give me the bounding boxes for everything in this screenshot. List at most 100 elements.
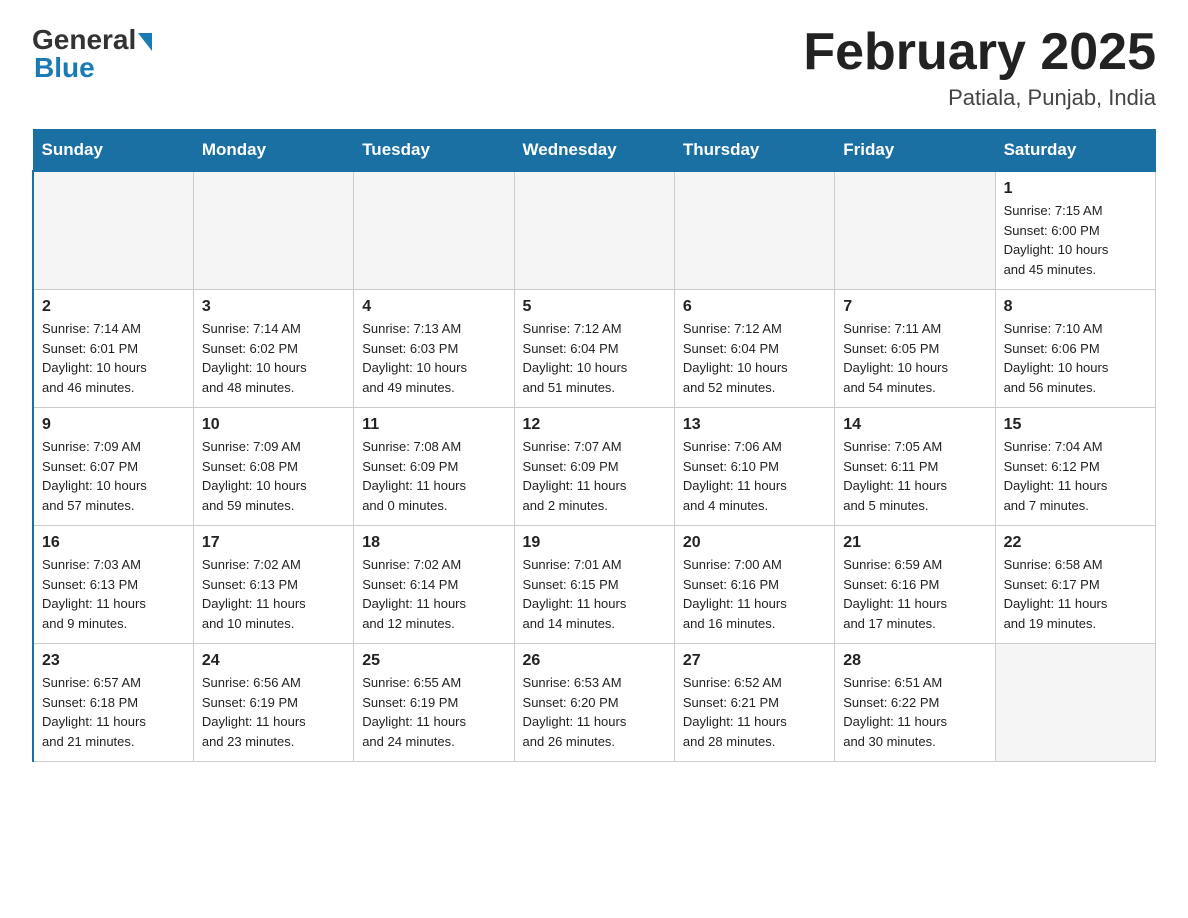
- day-number: 10: [202, 416, 345, 434]
- day-info: Sunrise: 6:51 AM Sunset: 6:22 PM Dayligh…: [843, 673, 986, 751]
- day-info: Sunrise: 7:02 AM Sunset: 6:14 PM Dayligh…: [362, 555, 505, 633]
- day-info: Sunrise: 7:12 AM Sunset: 6:04 PM Dayligh…: [683, 319, 826, 397]
- day-info: Sunrise: 6:55 AM Sunset: 6:19 PM Dayligh…: [362, 673, 505, 751]
- day-info: Sunrise: 7:00 AM Sunset: 6:16 PM Dayligh…: [683, 555, 826, 633]
- day-info: Sunrise: 7:09 AM Sunset: 6:08 PM Dayligh…: [202, 437, 345, 515]
- calendar-cell: 14 Sunrise: 7:05 AM Sunset: 6:11 PM Dayli…: [835, 408, 995, 526]
- calendar-cell: 25 Sunrise: 6:55 AM Sunset: 6:19 PM Dayli…: [354, 644, 514, 762]
- calendar-cell: 8 Sunrise: 7:10 AM Sunset: 6:06 PM Daylig…: [995, 290, 1155, 408]
- month-title: February 2025: [803, 24, 1156, 81]
- title-area: February 2025 Patiala, Punjab, India: [803, 24, 1156, 111]
- calendar-week-row: 23 Sunrise: 6:57 AM Sunset: 6:18 PM Dayli…: [33, 644, 1156, 762]
- day-number: 26: [523, 652, 666, 670]
- day-number: 16: [42, 534, 185, 552]
- calendar-header-tuesday: Tuesday: [354, 130, 514, 172]
- day-info: Sunrise: 7:12 AM Sunset: 6:04 PM Dayligh…: [523, 319, 666, 397]
- day-number: 24: [202, 652, 345, 670]
- calendar-cell: 5 Sunrise: 7:12 AM Sunset: 6:04 PM Daylig…: [514, 290, 674, 408]
- calendar-cell: 9 Sunrise: 7:09 AM Sunset: 6:07 PM Daylig…: [33, 408, 193, 526]
- day-info: Sunrise: 7:09 AM Sunset: 6:07 PM Dayligh…: [42, 437, 185, 515]
- day-info: Sunrise: 7:14 AM Sunset: 6:02 PM Dayligh…: [202, 319, 345, 397]
- calendar-cell: 24 Sunrise: 6:56 AM Sunset: 6:19 PM Dayli…: [193, 644, 353, 762]
- day-number: 15: [1004, 416, 1147, 434]
- calendar-week-row: 16 Sunrise: 7:03 AM Sunset: 6:13 PM Dayli…: [33, 526, 1156, 644]
- day-number: 9: [42, 416, 185, 434]
- calendar-cell: 12Sunrise: 7:07 AM Sunset: 6:09 PM Dayli…: [514, 408, 674, 526]
- calendar-cell: [835, 171, 995, 290]
- calendar-header-sunday: Sunday: [33, 130, 193, 172]
- calendar-cell: [33, 171, 193, 290]
- day-number: 28: [843, 652, 986, 670]
- day-info: Sunrise: 7:04 AM Sunset: 6:12 PM Dayligh…: [1004, 437, 1147, 515]
- calendar-cell: 7 Sunrise: 7:11 AM Sunset: 6:05 PM Daylig…: [835, 290, 995, 408]
- day-info: Sunrise: 7:05 AM Sunset: 6:11 PM Dayligh…: [843, 437, 986, 515]
- logo-blue-text: Blue: [34, 52, 95, 84]
- day-info: Sunrise: 7:06 AM Sunset: 6:10 PM Dayligh…: [683, 437, 826, 515]
- location-title: Patiala, Punjab, India: [803, 85, 1156, 111]
- logo-arrow-icon: [138, 33, 152, 51]
- calendar-cell: 15 Sunrise: 7:04 AM Sunset: 6:12 PM Dayli…: [995, 408, 1155, 526]
- day-info: Sunrise: 7:11 AM Sunset: 6:05 PM Dayligh…: [843, 319, 986, 397]
- calendar-cell: [193, 171, 353, 290]
- day-number: 6: [683, 298, 826, 316]
- day-number: 12: [523, 416, 666, 434]
- day-number: 23: [42, 652, 185, 670]
- calendar-header-row: SundayMondayTuesdayWednesdayThursdayFrid…: [33, 130, 1156, 172]
- day-number: 14: [843, 416, 986, 434]
- calendar-cell: 26 Sunrise: 6:53 AM Sunset: 6:20 PM Dayli…: [514, 644, 674, 762]
- calendar-cell: 20 Sunrise: 7:00 AM Sunset: 6:16 PM Dayli…: [674, 526, 834, 644]
- calendar-table: SundayMondayTuesdayWednesdayThursdayFrid…: [32, 129, 1156, 762]
- calendar-week-row: 2 Sunrise: 7:14 AM Sunset: 6:01 PM Daylig…: [33, 290, 1156, 408]
- calendar-cell: 23 Sunrise: 6:57 AM Sunset: 6:18 PM Dayli…: [33, 644, 193, 762]
- day-info: Sunrise: 6:59 AM Sunset: 6:16 PM Dayligh…: [843, 555, 986, 633]
- day-info: Sunrise: 7:08 AM Sunset: 6:09 PM Dayligh…: [362, 437, 505, 515]
- day-info: Sunrise: 7:14 AM Sunset: 6:01 PM Dayligh…: [42, 319, 185, 397]
- day-info: Sunrise: 7:10 AM Sunset: 6:06 PM Dayligh…: [1004, 319, 1147, 397]
- day-number: 8: [1004, 298, 1147, 316]
- calendar-header-saturday: Saturday: [995, 130, 1155, 172]
- day-number: 4: [362, 298, 505, 316]
- calendar-cell: 6 Sunrise: 7:12 AM Sunset: 6:04 PM Daylig…: [674, 290, 834, 408]
- day-info: Sunrise: 7:03 AM Sunset: 6:13 PM Dayligh…: [42, 555, 185, 633]
- calendar-header-wednesday: Wednesday: [514, 130, 674, 172]
- calendar-header-monday: Monday: [193, 130, 353, 172]
- calendar-cell: 17Sunrise: 7:02 AM Sunset: 6:13 PM Dayli…: [193, 526, 353, 644]
- day-number: 11: [362, 416, 505, 434]
- calendar-cell: 28 Sunrise: 6:51 AM Sunset: 6:22 PM Dayli…: [835, 644, 995, 762]
- day-info: Sunrise: 6:52 AM Sunset: 6:21 PM Dayligh…: [683, 673, 826, 751]
- day-number: 22: [1004, 534, 1147, 552]
- day-info: Sunrise: 6:56 AM Sunset: 6:19 PM Dayligh…: [202, 673, 345, 751]
- calendar-cell: 10 Sunrise: 7:09 AM Sunset: 6:08 PM Dayli…: [193, 408, 353, 526]
- day-info: Sunrise: 6:57 AM Sunset: 6:18 PM Dayligh…: [42, 673, 185, 751]
- calendar-header-friday: Friday: [835, 130, 995, 172]
- calendar-cell: 21 Sunrise: 6:59 AM Sunset: 6:16 PM Dayli…: [835, 526, 995, 644]
- header: General Blue February 2025 Patiala, Punj…: [32, 24, 1156, 111]
- day-number: 13: [683, 416, 826, 434]
- calendar-cell: [514, 171, 674, 290]
- day-number: 2: [42, 298, 185, 316]
- day-number: 27: [683, 652, 826, 670]
- day-info: Sunrise: 6:53 AM Sunset: 6:20 PM Dayligh…: [523, 673, 666, 751]
- day-number: 21: [843, 534, 986, 552]
- day-number: 20: [683, 534, 826, 552]
- day-info: Sunrise: 7:02 AM Sunset: 6:13 PM Dayligh…: [202, 555, 345, 633]
- logo-area: General Blue: [32, 24, 152, 84]
- calendar-cell: [674, 171, 834, 290]
- calendar-cell: 3 Sunrise: 7:14 AM Sunset: 6:02 PM Daylig…: [193, 290, 353, 408]
- day-number: 5: [523, 298, 666, 316]
- day-number: 25: [362, 652, 505, 670]
- calendar-week-row: 1Sunrise: 7:15 AM Sunset: 6:00 PM Daylig…: [33, 171, 1156, 290]
- calendar-cell: 2 Sunrise: 7:14 AM Sunset: 6:01 PM Daylig…: [33, 290, 193, 408]
- calendar-cell: 4Sunrise: 7:13 AM Sunset: 6:03 PM Daylig…: [354, 290, 514, 408]
- calendar-week-row: 9 Sunrise: 7:09 AM Sunset: 6:07 PM Daylig…: [33, 408, 1156, 526]
- day-number: 3: [202, 298, 345, 316]
- day-info: Sunrise: 7:01 AM Sunset: 6:15 PM Dayligh…: [523, 555, 666, 633]
- day-number: 1: [1004, 180, 1147, 198]
- calendar-cell: 1Sunrise: 7:15 AM Sunset: 6:00 PM Daylig…: [995, 171, 1155, 290]
- day-number: 7: [843, 298, 986, 316]
- calendar-cell: 19Sunrise: 7:01 AM Sunset: 6:15 PM Dayli…: [514, 526, 674, 644]
- day-info: Sunrise: 6:58 AM Sunset: 6:17 PM Dayligh…: [1004, 555, 1147, 633]
- calendar-cell: 16 Sunrise: 7:03 AM Sunset: 6:13 PM Dayli…: [33, 526, 193, 644]
- calendar-cell: 13 Sunrise: 7:06 AM Sunset: 6:10 PM Dayli…: [674, 408, 834, 526]
- calendar-cell: [995, 644, 1155, 762]
